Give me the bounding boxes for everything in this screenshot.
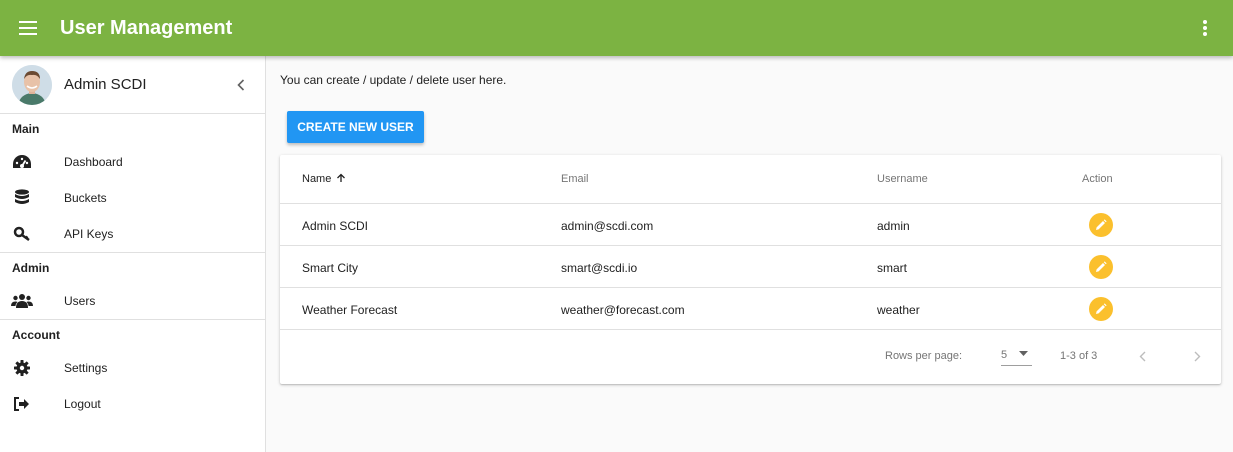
profile-header: Admin SCDI bbox=[0, 56, 265, 114]
sidebar-item-api-keys[interactable]: API Keys bbox=[0, 216, 265, 252]
sidebar: Admin SCDI Main Dashboard Buckets API Ke… bbox=[0, 56, 266, 452]
database-icon bbox=[10, 186, 34, 210]
chevron-right-icon bbox=[1194, 351, 1200, 361]
user-username: admin bbox=[877, 219, 910, 233]
more-vert-icon bbox=[1203, 20, 1207, 36]
user-username: smart bbox=[877, 261, 907, 275]
key-icon bbox=[10, 222, 34, 246]
create-new-user-button[interactable]: CREATE NEW USER bbox=[287, 111, 424, 143]
profile-name: Admin SCDI bbox=[64, 76, 147, 93]
user-name: Smart City bbox=[302, 261, 359, 275]
users-icon bbox=[10, 289, 34, 313]
pencil-icon bbox=[1096, 261, 1107, 272]
dashboard-icon bbox=[10, 150, 34, 174]
logout-icon bbox=[10, 392, 34, 416]
next-page-button[interactable] bbox=[1185, 344, 1209, 368]
pencil-icon bbox=[1096, 219, 1107, 230]
more-options-button[interactable] bbox=[1185, 8, 1225, 48]
pagination-range: 1-3 of 3 bbox=[1060, 350, 1098, 362]
collapse-drawer-button[interactable] bbox=[229, 73, 253, 97]
column-header-email[interactable]: Email bbox=[561, 173, 589, 185]
menu-button[interactable] bbox=[8, 8, 48, 48]
rows-per-page-label: Rows per page: bbox=[885, 350, 963, 362]
menu-icon bbox=[19, 21, 37, 35]
gear-icon bbox=[10, 356, 34, 380]
pencil-icon bbox=[1096, 303, 1107, 314]
user-email: weather@forecast.com bbox=[561, 303, 685, 317]
sidebar-item-label: Logout bbox=[64, 397, 101, 411]
chevron-left-icon bbox=[237, 79, 245, 91]
edit-user-button[interactable] bbox=[1089, 213, 1113, 237]
sidebar-item-logout[interactable]: Logout bbox=[0, 386, 265, 422]
section-header-main: Main bbox=[12, 122, 40, 136]
sidebar-item-label: Buckets bbox=[64, 191, 107, 205]
page-title: User Management bbox=[60, 16, 233, 39]
section-header-admin: Admin bbox=[12, 261, 50, 275]
column-header-username[interactable]: Username bbox=[877, 173, 928, 185]
table-row: Admin SCDI admin@scdi.com admin bbox=[280, 204, 1221, 246]
user-name: Admin SCDI bbox=[302, 219, 369, 233]
column-header-action: Action bbox=[1082, 173, 1113, 185]
user-email: smart@scdi.io bbox=[561, 261, 638, 275]
chevron-left-icon bbox=[1139, 351, 1145, 361]
sidebar-item-users[interactable]: Users bbox=[0, 283, 265, 319]
column-header-label: Name bbox=[302, 173, 332, 185]
sidebar-item-label: API Keys bbox=[64, 227, 114, 241]
arrow-up-icon bbox=[337, 173, 346, 182]
user-username: weather bbox=[877, 303, 920, 317]
users-table: Name Email Username Action Admin SCDI ad… bbox=[280, 155, 1221, 384]
sidebar-item-buckets[interactable]: Buckets bbox=[0, 180, 265, 216]
avatar bbox=[12, 64, 52, 105]
table-header: Name Email Username Action bbox=[280, 155, 1221, 204]
table-row: Smart City smart@scdi.io smart bbox=[280, 246, 1221, 288]
sidebar-item-dashboard[interactable]: Dashboard bbox=[0, 144, 265, 180]
main-content: You can create / update / delete user he… bbox=[266, 56, 1233, 452]
table-pagination: Rows per page: 5 1-3 of 3 bbox=[280, 330, 1221, 381]
rows-per-page-select[interactable]: 5 bbox=[1001, 346, 1032, 366]
rows-per-page-value: 5 bbox=[1001, 349, 1008, 361]
user-email: admin@scdi.com bbox=[561, 219, 654, 233]
app-bar: User Management bbox=[0, 0, 1233, 56]
user-name: Weather Forecast bbox=[302, 303, 398, 317]
sidebar-item-settings[interactable]: Settings bbox=[0, 350, 265, 386]
table-row: Weather Forecast weather@forecast.com we… bbox=[280, 288, 1221, 330]
caret-down-icon bbox=[1019, 351, 1028, 356]
edit-user-button[interactable] bbox=[1089, 297, 1113, 321]
section-header-account: Account bbox=[12, 328, 60, 342]
sidebar-item-label: Dashboard bbox=[64, 155, 123, 169]
sidebar-item-label: Users bbox=[64, 294, 96, 308]
sidebar-item-label: Settings bbox=[64, 361, 108, 375]
previous-page-button[interactable] bbox=[1130, 344, 1154, 368]
intro-text: You can create / update / delete user he… bbox=[280, 73, 507, 87]
column-header-name[interactable]: Name bbox=[302, 173, 346, 185]
edit-user-button[interactable] bbox=[1089, 255, 1113, 279]
